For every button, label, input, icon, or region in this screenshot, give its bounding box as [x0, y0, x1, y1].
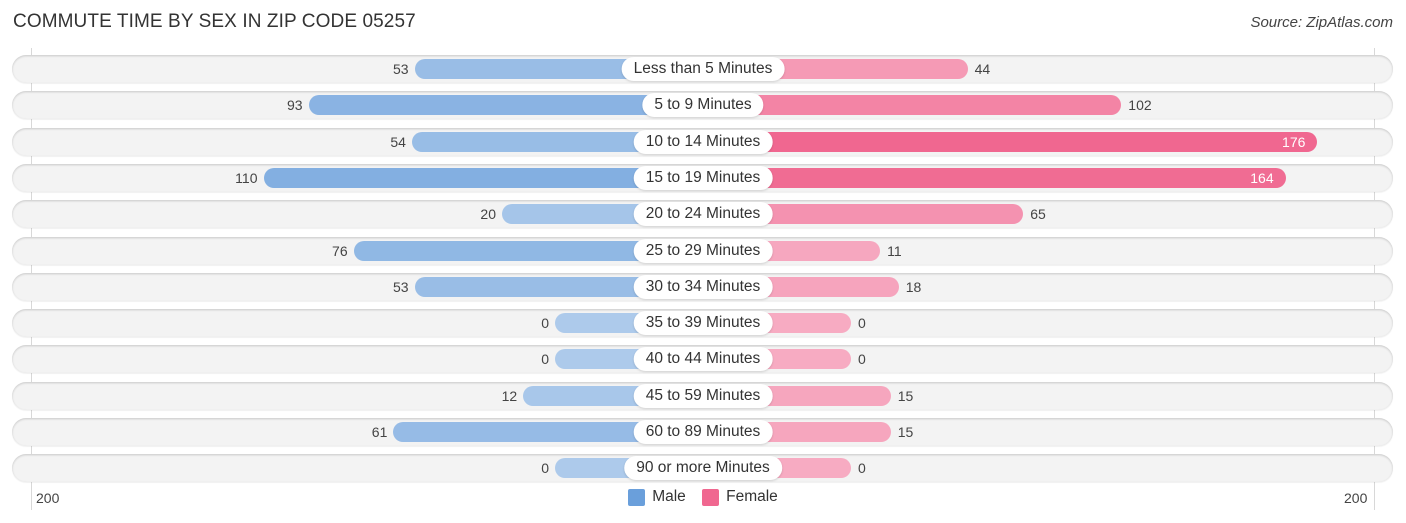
legend-item-female[interactable]: Female [702, 488, 778, 506]
value-label-female: 0 [858, 315, 866, 332]
category-label: 45 to 59 Minutes [633, 383, 773, 408]
value-label-female: 176 [1282, 133, 1306, 150]
value-label-male: 0 [541, 351, 549, 368]
legend-swatch-female [702, 488, 720, 506]
bar-female[interactable] [703, 167, 1286, 188]
value-label-male: 110 [235, 169, 258, 186]
value-label-male: 53 [392, 61, 409, 77]
value-label-female: 164 [1250, 169, 1274, 186]
value-label-female: 15 [897, 424, 914, 440]
value-label-male: 12 [501, 387, 518, 404]
chart-title: COMMUTE TIME BY SEX IN ZIP CODE 05257 [13, 11, 416, 32]
legend-label-male: Male [652, 488, 686, 505]
category-label: 40 to 44 Minutes [633, 347, 773, 372]
value-label-male: 54 [390, 133, 406, 150]
category-label: 10 to 14 Minutes [633, 129, 773, 154]
category-label: 20 to 24 Minutes [633, 202, 773, 227]
legend-label-female: Female [726, 488, 778, 505]
value-label-female: 0 [858, 351, 866, 368]
value-label-female: 18 [905, 278, 922, 295]
value-label-female: 11 [887, 242, 902, 259]
category-label: 35 to 39 Minutes [633, 311, 773, 336]
category-label: 30 to 34 Minutes [633, 274, 773, 299]
category-label: 90 or more Minutes [624, 456, 782, 481]
legend: Male Female [0, 488, 1406, 511]
bar-female[interactable] [703, 131, 1318, 152]
value-label-male: 20 [480, 206, 496, 223]
category-label: 60 to 89 Minutes [633, 420, 773, 444]
value-label-female: 0 [858, 460, 866, 477]
category-label: Less than 5 Minutes [621, 57, 785, 81]
legend-item-male[interactable]: Male [628, 488, 686, 506]
bar-female[interactable] [703, 95, 1122, 116]
value-label-male: 76 [332, 242, 348, 259]
category-label: 25 to 29 Minutes [633, 238, 773, 263]
source-credit: Source: ZipAtlas.com [1250, 14, 1393, 31]
value-label-male: 0 [541, 460, 549, 477]
value-label-male: 61 [371, 424, 388, 440]
value-label-male: 0 [541, 315, 549, 332]
legend-swatch-male [628, 488, 646, 506]
category-label: 5 to 9 Minutes [642, 93, 764, 118]
category-label: 15 to 19 Minutes [633, 165, 773, 190]
value-label-male: 93 [286, 97, 303, 114]
value-label-female: 102 [1128, 97, 1152, 114]
value-label-female: 44 [974, 61, 991, 77]
value-label-male: 53 [392, 278, 409, 295]
value-label-female: 65 [1030, 206, 1046, 223]
value-label-female: 15 [897, 387, 914, 404]
